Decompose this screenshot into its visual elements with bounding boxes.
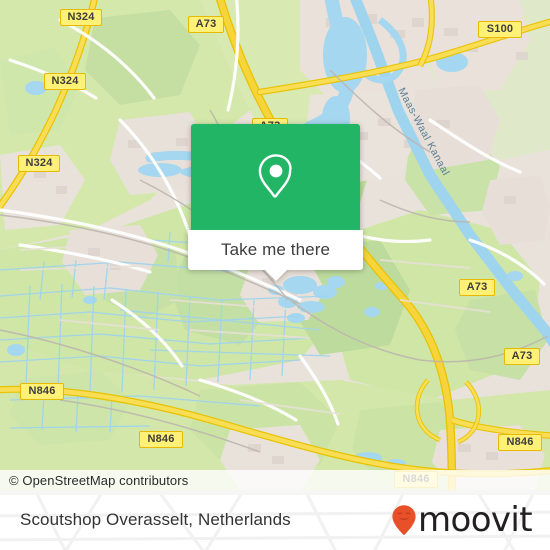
popup-footer[interactable]: Take me there (188, 230, 363, 281)
road-shield-label: N324 (25, 157, 53, 169)
moovit-pin-icon (392, 505, 416, 535)
road-shield-s100: S100 (478, 21, 522, 38)
road-shield-label: N324 (51, 75, 79, 87)
bottom-bar: Scoutshop Overasselt, Netherlands moovit (0, 490, 550, 550)
popup-header (191, 124, 360, 230)
road-shield-n324: N324 (44, 73, 86, 90)
moovit-logo[interactable]: moovit (391, 500, 533, 540)
road-shield-label: N324 (67, 11, 95, 23)
map-attribution: © OpenStreetMap contributors (0, 470, 550, 490)
moovit-wordmark: moovit (417, 500, 533, 540)
popup-tail (263, 269, 288, 281)
place-title: Scoutshop Overasselt, Netherlands (20, 510, 291, 529)
map-screenshot: Maas-Waal Kanaal N324A73S100N324A73N324A… (0, 0, 550, 550)
location-popup[interactable]: Take me there (188, 124, 363, 281)
road-shield-n846: N846 (498, 434, 542, 451)
road-shield-n846: N846 (139, 431, 183, 448)
road-shield-n846: N846 (20, 383, 64, 400)
take-me-there-label: Take me there (220, 240, 331, 259)
attribution-text: © OpenStreetMap contributors (9, 473, 189, 488)
road-shield-a73: A73 (188, 16, 224, 33)
road-shield-n324: N324 (60, 9, 102, 26)
road-shield-label: A73 (511, 350, 533, 362)
road-shield-label: S100 (486, 23, 514, 35)
road-shield-label: A73 (466, 281, 488, 293)
road-shield-a73: A73 (459, 279, 495, 296)
road-shield-label: N846 (28, 385, 56, 397)
map-pin-icon (258, 154, 292, 198)
road-shield-label: N846 (147, 433, 175, 445)
road-shield-label: A73 (195, 18, 217, 30)
road-shield-a73: A73 (504, 348, 540, 365)
road-shield-label: N846 (506, 436, 534, 448)
road-shield-n324: N324 (18, 155, 60, 172)
